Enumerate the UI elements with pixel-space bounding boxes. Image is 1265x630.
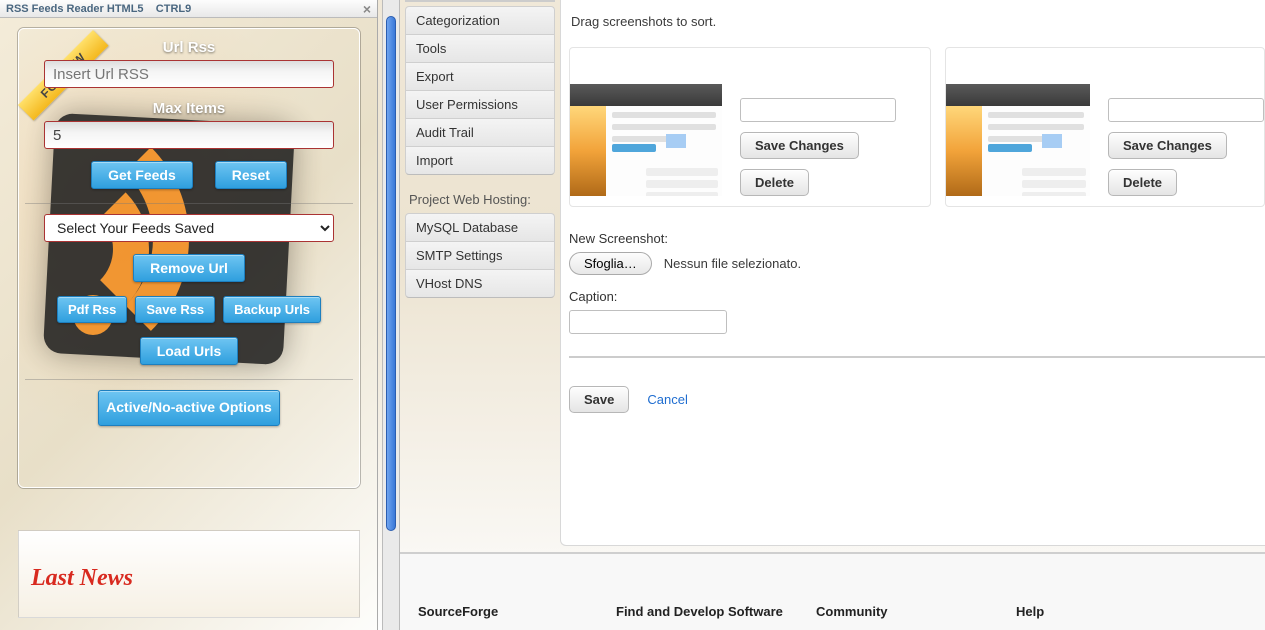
sidebar-item-mysql[interactable]: MySQL Database <box>405 213 555 242</box>
feeds-saved-select[interactable]: Select Your Feeds Saved <box>44 214 334 242</box>
max-items-input[interactable] <box>44 121 334 149</box>
screenshot-card[interactable]: Save Changes Delete <box>945 47 1265 207</box>
save-rss-button[interactable]: Save Rss <box>135 296 215 323</box>
reset-button[interactable]: Reset <box>215 161 287 189</box>
url-rss-input[interactable] <box>44 60 334 88</box>
screenshot-caption-input[interactable] <box>1108 98 1264 122</box>
sidebar-item-smtp[interactable]: SMTP Settings <box>405 241 555 270</box>
sidebar-item-vhost-dns[interactable]: VHost DNS <box>405 269 555 298</box>
drag-hint-text: Drag screenshots to sort. <box>571 14 1265 29</box>
vertical-scrollbar-thumb[interactable] <box>386 16 396 531</box>
get-feeds-button[interactable]: Get Feeds <box>91 161 193 189</box>
rss-shortcut: CTRL9 <box>156 3 191 15</box>
backup-urls-button[interactable]: Backup Urls <box>223 296 321 323</box>
separator <box>569 356 1265 358</box>
screenshot-caption-input[interactable] <box>740 98 896 122</box>
delete-button[interactable]: Delete <box>740 169 809 196</box>
rss-titlebar: RSS Feeds Reader HTML5 CTRL9 × <box>0 0 377 18</box>
new-screenshot-label: New Screenshot: <box>569 231 1265 246</box>
page-footer: SourceForge Find and Develop Software Co… <box>400 552 1265 630</box>
hosting-section-label: Project Web Hosting: <box>409 192 555 207</box>
sidebar-item-export[interactable]: Export <box>405 62 555 91</box>
browse-file-button[interactable]: Sfoglia… <box>569 252 652 275</box>
file-status-text: Nessun file selezionato. <box>664 256 801 271</box>
load-urls-button[interactable]: Load Urls <box>140 337 239 365</box>
pdf-rss-button[interactable]: Pdf Rss <box>57 296 127 323</box>
admin-side-menu: Categorization Tools Export User Permiss… <box>405 0 555 297</box>
caption-label: Caption: <box>569 289 1265 304</box>
side-menu-group-1: Categorization Tools Export User Permiss… <box>405 6 555 175</box>
last-news-heading: Last News <box>31 565 347 592</box>
delete-button[interactable]: Delete <box>1108 169 1177 196</box>
sidebar-item-user-permissions[interactable]: User Permissions <box>405 90 555 119</box>
last-news-panel: Last News <box>18 530 360 618</box>
rss-reader-panel: RSS Feeds Reader HTML5 CTRL9 × Url Rss M… <box>0 0 378 630</box>
cancel-link[interactable]: Cancel <box>647 392 687 407</box>
sidebar-item-audit-trail[interactable]: Audit Trail <box>405 118 555 147</box>
save-changes-button[interactable]: Save Changes <box>740 132 859 159</box>
rss-title: RSS Feeds Reader HTML5 <box>6 3 144 15</box>
sidebar-item-import[interactable]: Import <box>405 146 555 175</box>
vertical-scrollbar-track[interactable] <box>382 0 400 630</box>
screenshot-thumbnail[interactable] <box>570 84 722 196</box>
active-options-button[interactable]: Active/No-active Options <box>98 390 280 426</box>
sidebar-item-categorization[interactable]: Categorization <box>405 6 555 35</box>
new-caption-input[interactable] <box>569 310 727 334</box>
footer-col-help[interactable]: Help <box>1016 604 1196 619</box>
screenshot-card[interactable]: Save Changes Delete <box>569 47 931 207</box>
max-items-label: Max Items <box>19 100 359 117</box>
footer-col-sourceforge[interactable]: SourceForge <box>418 604 616 619</box>
save-changes-button[interactable]: Save Changes <box>1108 132 1227 159</box>
screenshots-editor: Drag screenshots to sort. Save Changes D… <box>560 0 1265 546</box>
screenshot-thumbnail[interactable] <box>946 84 1090 196</box>
sidebar-item-tools[interactable]: Tools <box>405 34 555 63</box>
footer-col-community[interactable]: Community <box>816 604 1016 619</box>
close-icon[interactable]: × <box>363 1 371 17</box>
remove-url-button[interactable]: Remove Url <box>133 254 245 282</box>
side-menu-group-2: MySQL Database SMTP Settings VHost DNS <box>405 213 555 298</box>
save-button[interactable]: Save <box>569 386 629 413</box>
rss-inner-card: Url Rss Max Items Get Feeds Reset Select… <box>18 28 360 488</box>
url-rss-label: Url Rss <box>19 39 359 56</box>
footer-col-find-develop[interactable]: Find and Develop Software <box>616 604 816 619</box>
